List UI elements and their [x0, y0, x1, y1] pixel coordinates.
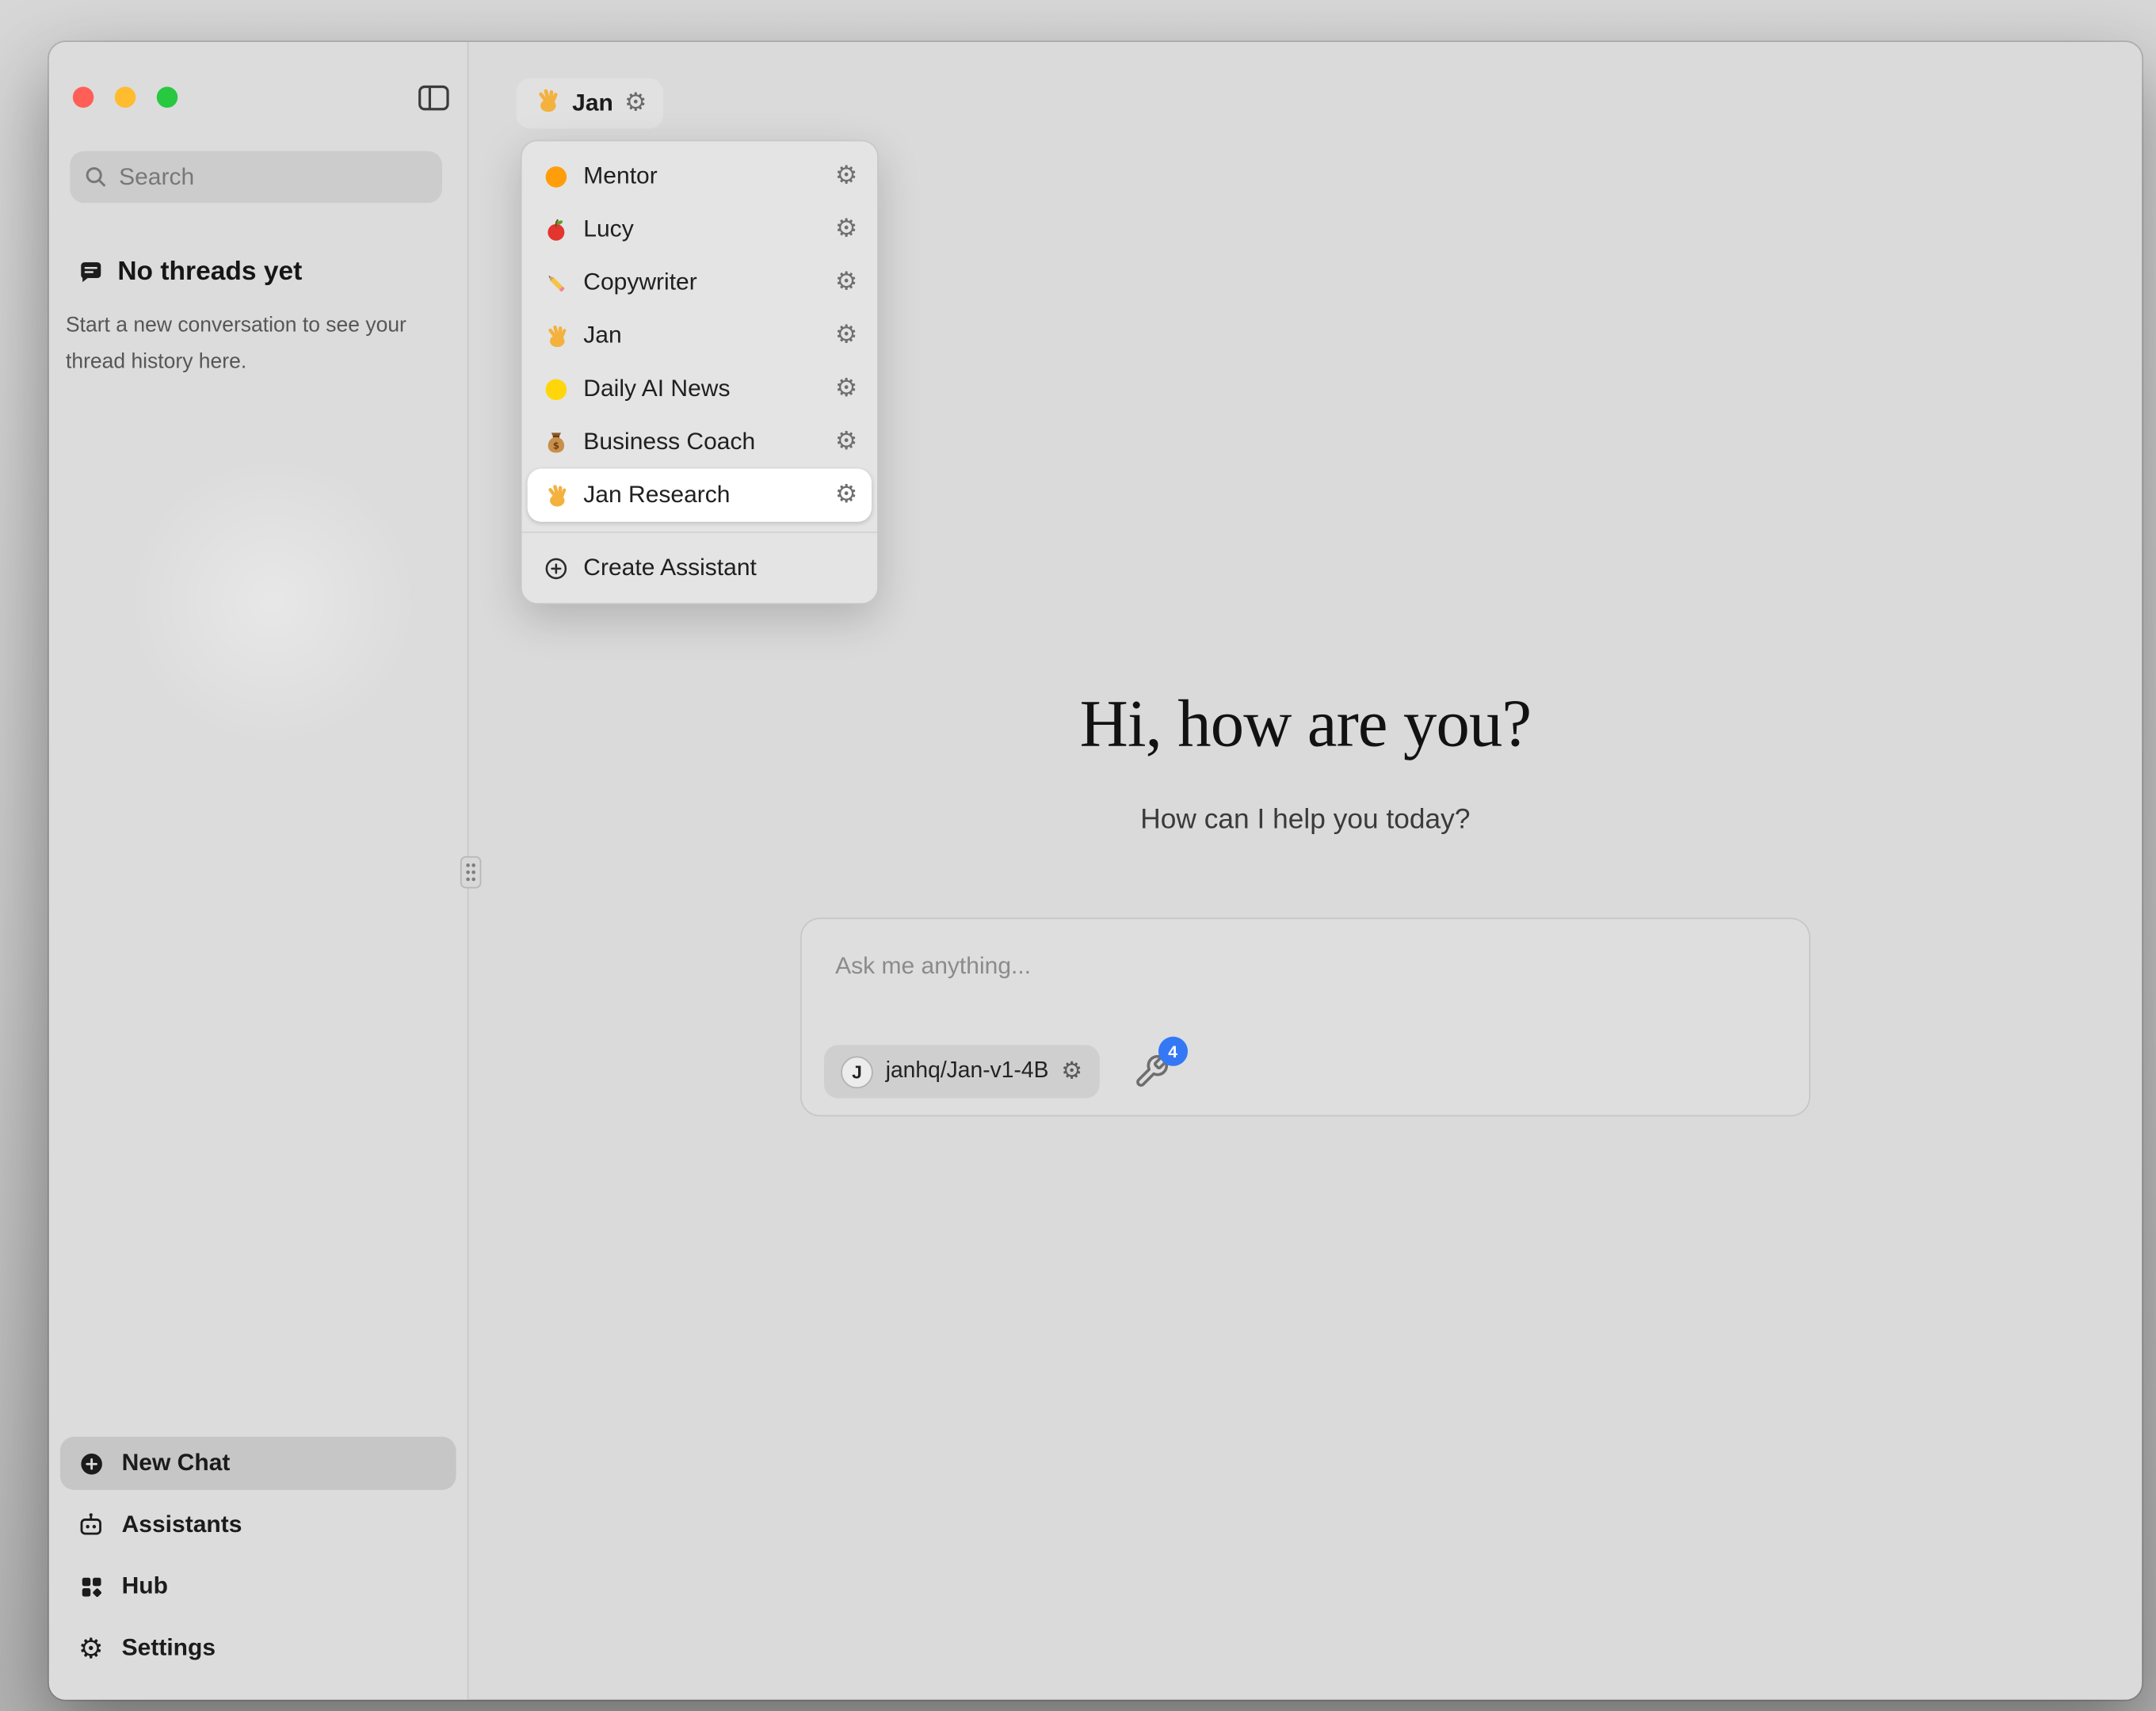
greeting-subtitle: How can I help you today? — [469, 805, 2143, 837]
sidebar-toggle-icon[interactable] — [417, 82, 450, 113]
model-selector-button[interactable]: J janhq/Jan-v1-4B ⚙ — [824, 1045, 1099, 1098]
menu-separator — [522, 532, 877, 533]
sidebar-item-label: Assistants — [122, 1511, 242, 1538]
assistants-icon — [77, 1511, 105, 1538]
waving-hand-icon — [541, 482, 569, 509]
assistant-menu-item-jan-research[interactable]: Jan Research ⚙ — [528, 469, 872, 522]
tools-button[interactable]: 4 — [1133, 1054, 1170, 1090]
svg-text:$: $ — [552, 439, 559, 450]
search-input[interactable] — [119, 163, 428, 191]
assistant-menu-item-label: Copywriter — [583, 269, 821, 296]
create-assistant-label: Create Assistant — [583, 554, 857, 581]
assistant-selector-button[interactable]: Jan ⚙ — [517, 78, 664, 129]
tools-count-badge: 4 — [1158, 1037, 1188, 1066]
gear-icon[interactable]: ⚙ — [835, 376, 857, 402]
gear-icon[interactable]: ⚙ — [835, 323, 857, 349]
waving-hand-icon — [533, 86, 561, 121]
gear-icon[interactable]: ⚙ — [835, 482, 857, 508]
assistant-menu-item-label: Jan — [583, 322, 821, 349]
sidebar-item-settings[interactable]: ⚙ Settings — [60, 1621, 456, 1675]
gear-icon: ⚙ — [77, 1634, 105, 1662]
sidebar-item-new-chat[interactable]: New Chat — [60, 1437, 456, 1490]
assistant-menu-item-mentor[interactable]: Mentor ⚙ — [528, 150, 872, 203]
assistant-menu-item-lucy[interactable]: Lucy ⚙ — [528, 203, 872, 256]
assistant-menu-item-copywriter[interactable]: Copywriter ⚙ — [528, 256, 872, 309]
assistant-menu-item-jan[interactable]: Jan ⚙ — [528, 309, 872, 362]
chat-bubble-icon — [77, 259, 105, 287]
assistant-menu-item-label: Business Coach — [583, 428, 821, 455]
zoom-button[interactable] — [157, 86, 177, 107]
desktop: No threads yet Start a new conversation … — [0, 0, 2156, 1711]
main-pane: Jan ⚙ Mentor ⚙ — [469, 42, 2143, 1700]
gear-icon[interactable]: ⚙ — [835, 164, 857, 189]
window-controls — [73, 86, 177, 107]
chat-input-card: J janhq/Jan-v1-4B ⚙ 4 — [800, 918, 1811, 1117]
assistant-menu-item-business-coach[interactable]: $ Business Coach ⚙ — [528, 416, 872, 469]
plus-circle-icon — [77, 1450, 105, 1477]
apple-icon — [541, 215, 569, 243]
money-bag-icon: $ — [541, 428, 569, 455]
plus-circle-outline-icon — [541, 554, 569, 581]
model-avatar: J — [841, 1056, 873, 1088]
assistant-menu-item-label: Daily AI News — [583, 375, 821, 402]
search-icon — [84, 165, 108, 189]
gear-icon[interactable]: ⚙ — [624, 91, 647, 116]
yellow-circle-icon — [541, 375, 569, 402]
hub-icon — [77, 1572, 105, 1600]
waving-hand-icon — [541, 322, 569, 349]
greeting-title: Hi, how are you? — [469, 685, 2143, 762]
sidebar-item-assistants[interactable]: Assistants — [60, 1498, 456, 1551]
gear-icon[interactable]: ⚙ — [1061, 1060, 1082, 1084]
sidebar-item-label: Settings — [122, 1634, 216, 1662]
empty-state-title: No threads yet — [77, 257, 302, 288]
empty-state-title-text: No threads yet — [117, 257, 302, 288]
app-window: No threads yet Start a new conversation … — [49, 42, 2142, 1700]
gear-icon[interactable]: ⚙ — [835, 429, 857, 455]
sidebar-item-label: Hub — [122, 1572, 168, 1600]
sidebar-nav: New Chat Assistants — [60, 1437, 456, 1675]
close-button[interactable] — [73, 86, 93, 107]
empty-state-description: Start a new conversation to see your thr… — [66, 308, 418, 382]
gear-icon[interactable]: ⚙ — [835, 217, 857, 242]
chat-input[interactable] — [835, 953, 1776, 981]
decorative-glow — [126, 455, 420, 749]
current-assistant-name: Jan — [572, 90, 613, 117]
pencil-icon — [541, 269, 569, 296]
sidebar-item-label: New Chat — [122, 1450, 231, 1477]
assistant-menu-item-label: Mentor — [583, 162, 821, 190]
search-box — [70, 151, 442, 203]
assistant-menu-item-label: Jan Research — [583, 482, 821, 509]
create-assistant-button[interactable]: Create Assistant — [528, 541, 872, 594]
model-name: janhq/Jan-v1-4B — [886, 1059, 1049, 1084]
assistant-menu-item-label: Lucy — [583, 215, 821, 243]
sidebar: No threads yet Start a new conversation … — [49, 42, 469, 1700]
assistant-menu-item-daily-ai-news[interactable]: Daily AI News ⚙ — [528, 362, 872, 415]
orange-circle-icon — [541, 162, 569, 190]
minimize-button[interactable] — [115, 86, 135, 107]
sidebar-item-hub[interactable]: Hub — [60, 1560, 456, 1613]
chat-input-toolbar: J janhq/Jan-v1-4B ⚙ 4 — [824, 1045, 1170, 1098]
assistant-menu: Mentor ⚙ Lucy ⚙ — [521, 140, 879, 604]
gear-icon[interactable]: ⚙ — [835, 270, 857, 295]
